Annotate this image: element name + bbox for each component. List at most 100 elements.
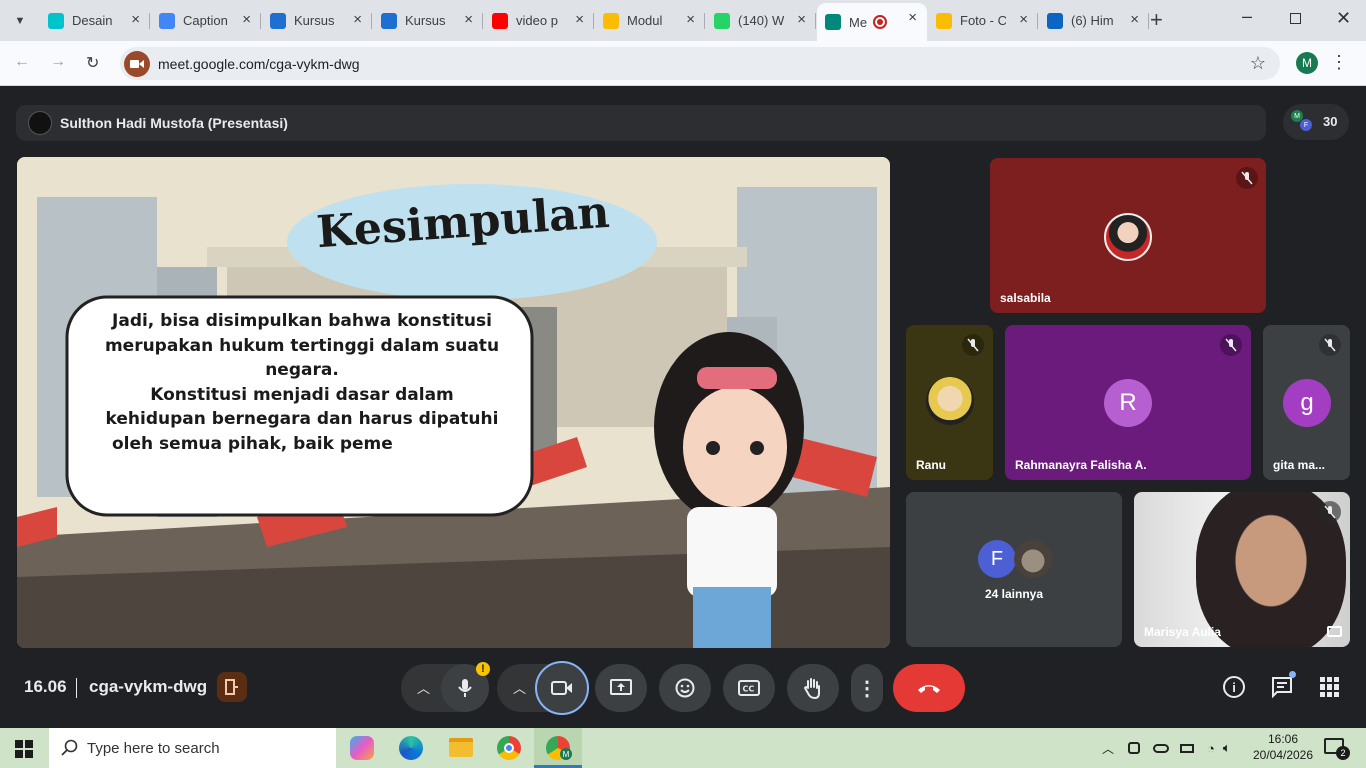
minimize-window-button[interactable]: – [1242,6,1252,27]
windows-start-icon[interactable] [15,740,33,758]
bookmark-star-icon[interactable]: ☆ [1250,53,1266,74]
profile-badge: M [560,748,572,760]
camera-button[interactable] [535,661,589,715]
participant-tile-salsabila[interactable]: salsabila [990,158,1266,313]
browser-menu-icon[interactable]: ⋮ [1330,52,1348,73]
copilot-taskbar-icon[interactable] [350,736,374,760]
chrome-meet-taskbar-icon[interactable]: M [534,728,582,768]
participant-tile-rahmanayra[interactable]: R Rahmanayra Falisha A. [1005,325,1251,480]
microphone-icon [458,679,472,697]
slide-line: Jadi, bisa disimpulkan bahwa konstitusi [112,311,492,331]
browser-tab-title: Caption [183,13,228,28]
browser-tab[interactable]: Desain × [40,5,150,36]
file-explorer-taskbar-icon[interactable] [449,738,473,757]
divider [76,678,77,698]
slide-line: Konstitusi menjadi dasar dalam [150,384,454,405]
close-tab-icon[interactable]: × [1019,11,1028,28]
reload-icon[interactable]: ↻ [86,53,99,73]
meet-icon [825,14,841,30]
participant-tile-marisya[interactable]: Marisya Aulia [1134,492,1350,647]
restore-window-button[interactable] [1290,13,1301,24]
captions-button[interactable]: CC [723,664,775,712]
slide-body: Jadi, bisa disimpulkan bahwa konstitusi … [97,309,507,456]
meet-site-icon[interactable] [124,50,150,77]
back-arrow-icon[interactable]: ← [14,53,30,71]
taskbar-search-box[interactable]: Type here to search [49,728,336,768]
forward-arrow-icon[interactable]: → [50,53,66,71]
close-tab-icon[interactable]: × [464,11,473,28]
mic-off-icon [1220,334,1242,356]
tab-search-button[interactable]: ▼ [8,9,32,33]
browser-tab[interactable]: (6) Him × [1039,5,1149,36]
pip-icon[interactable] [1327,626,1342,637]
close-tab-icon[interactable]: × [908,9,917,26]
search-placeholder[interactable]: Type here to search [87,740,220,757]
close-tab-icon[interactable]: × [353,11,362,28]
leave-call-button[interactable] [893,664,965,712]
host-controls-icon[interactable] [217,672,247,702]
participant-initial-avatar: g [1283,379,1331,427]
webcam-tray-icon[interactable] [1128,742,1141,754]
clock-time: 16:06 [1267,732,1299,746]
slide-line: kehidupan bernegara dan harus dipatuhi [105,409,499,429]
video-options-chevron-icon[interactable]: ︿ [513,678,526,697]
recording-indicator-icon [873,15,887,29]
browser-tab[interactable]: Me × [817,3,927,41]
salsabila-avatar [1104,213,1152,261]
close-tab-icon[interactable]: × [1130,11,1139,28]
participant-tile-gita[interactable]: g gita ma... [1263,325,1350,480]
browser-tab[interactable]: Kursus × [373,5,483,36]
show-hidden-icons-chevron-icon[interactable]: ︿ [1102,740,1114,757]
browser-tab[interactable]: Foto - C × [928,5,1038,36]
mic-warning-icon: ! [476,662,490,676]
volume-icon[interactable]: 🔈︎ [1223,740,1231,756]
meeting-info-icon[interactable]: i [1223,676,1245,698]
onedrive-cloud-icon[interactable] [1153,743,1170,753]
browser-tab[interactable]: Caption × [151,5,261,36]
presenter-avatar [28,111,52,135]
chrome-taskbar-icon[interactable] [497,736,521,760]
close-tab-icon[interactable]: × [242,11,251,28]
close-tab-icon[interactable]: × [575,11,584,28]
participant-name: salsabila [1000,291,1051,305]
taskbar-clock[interactable]: 16:06 20/04/2026 [1252,731,1314,763]
url-text[interactable]: meet.google.com/cga-vykm-dwg [158,56,360,72]
chat-unread-dot [1289,671,1296,678]
browser-tab-title: (6) Him [1071,13,1114,28]
mic-off-icon [1319,501,1341,523]
battery-icon[interactable] [1180,743,1195,753]
close-tab-icon[interactable]: × [686,11,695,28]
camera-icon [551,681,572,695]
participant-name: gita ma... [1273,458,1326,472]
close-tab-icon[interactable]: × [797,11,806,28]
browser-tab[interactable]: Modul × [595,5,705,36]
wifi-icon[interactable]: ◔ [1207,741,1215,756]
omnibox[interactable]: meet.google.com/cga-vykm-dwg [120,47,1280,80]
ranu-avatar [926,377,974,425]
participant-tile-others[interactable]: F 24 lainnya [906,492,1122,647]
new-tab-button[interactable]: + [1150,7,1163,33]
edge-taskbar-icon[interactable] [399,736,423,760]
browser-tab-title: Modul [627,13,663,28]
browser-tab-title: Foto - C [960,13,1006,28]
raise-hand-button[interactable] [787,664,839,712]
browser-tab[interactable]: Kursus × [262,5,372,36]
close-tab-icon[interactable]: × [131,11,140,28]
people-button[interactable]: M F 30 [1283,104,1349,140]
participant-tile-ranu[interactable]: Ranu [906,325,993,480]
chat-icon[interactable] [1271,671,1296,699]
close-window-button[interactable]: ✕ [1336,8,1351,29]
browser-tab[interactable]: (140) W × [706,5,816,36]
present-screen-button[interactable] [595,664,647,712]
activities-grid-icon[interactable] [1320,677,1340,697]
more-options-button[interactable]: ⋮ [851,664,883,712]
profile-avatar[interactable]: M [1296,52,1318,74]
browser-tab-title: Kursus [405,13,446,28]
mic-off-icon [962,334,984,356]
notification-center-icon[interactable]: 2 [1324,738,1350,760]
notification-count-badge: 2 [1336,746,1350,760]
meeting-controls: 16.06 cga-vykm-dwg ︿ ! ︿ CC ⋮ i [0,661,1366,715]
browser-tab[interactable]: video p × [484,5,594,36]
audio-options-chevron-icon[interactable]: ︿ [417,678,430,697]
emoji-reaction-button[interactable] [659,664,711,712]
